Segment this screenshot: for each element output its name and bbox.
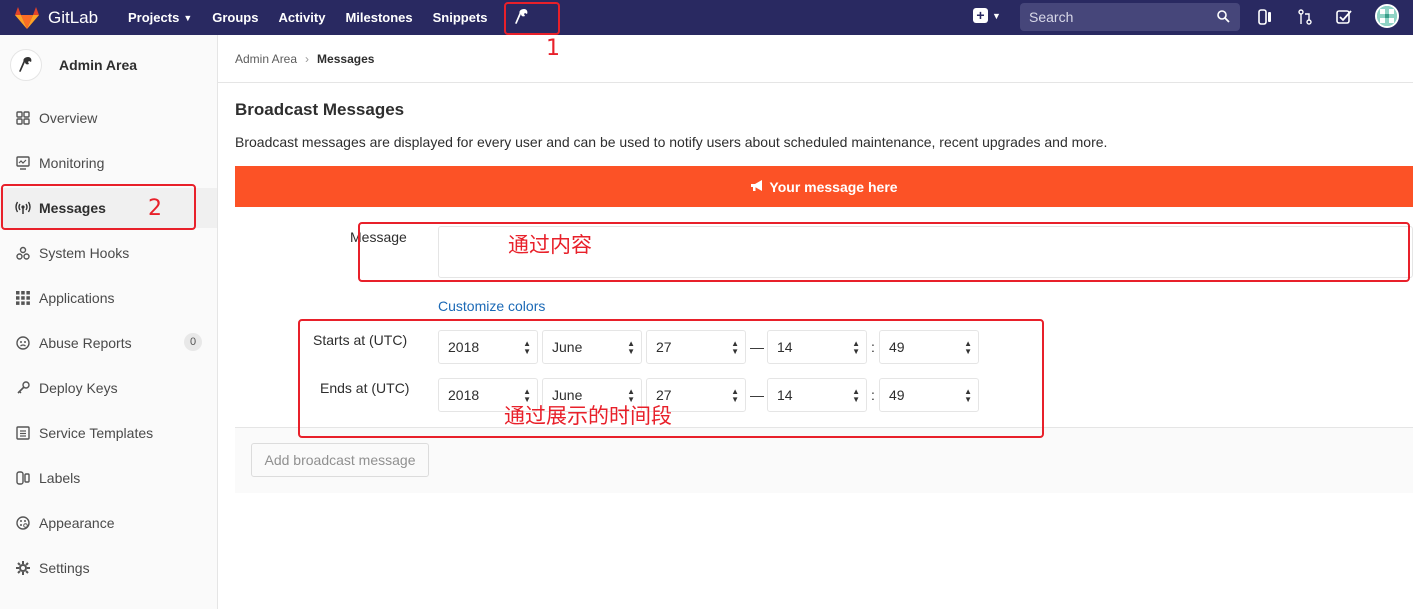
broadcast-preview-banner: Your message here <box>235 166 1413 207</box>
merge-requests-icon <box>1298 9 1312 25</box>
key-icon <box>15 380 31 396</box>
add-broadcast-message-button[interactable]: Add broadcast message <box>251 443 429 477</box>
search-input[interactable] <box>1029 9 1209 25</box>
breadcrumb-divider <box>218 82 1413 83</box>
search-icon <box>1217 10 1230 23</box>
gitlab-brand[interactable]: GitLab <box>14 6 118 30</box>
avatar-identicon <box>1377 6 1397 26</box>
sidebar-item-settings[interactable]: Settings <box>0 548 217 588</box>
sidebar-item-overview[interactable]: Overview <box>0 98 217 138</box>
main-nav: Projects ▼ Groups Activity Milestones Sn… <box>128 10 508 25</box>
merge-requests-button[interactable] <box>1296 8 1314 26</box>
labels-icon <box>15 470 31 486</box>
new-plus-icon: + <box>973 8 988 23</box>
breadcrumb-admin-area[interactable]: Admin Area <box>235 52 297 66</box>
sidebar-item-labels[interactable]: Labels <box>0 458 217 498</box>
nav-activity[interactable]: Activity <box>278 10 325 25</box>
chevron-down-icon: ▼ <box>183 12 193 23</box>
chevron-down-icon: ▼ <box>992 10 1001 21</box>
brand-name: GitLab <box>48 7 99 27</box>
annotation-message-note: 通过内容 <box>508 233 592 257</box>
avatar[interactable] <box>1375 4 1399 28</box>
todos-icon <box>1336 10 1352 24</box>
new-dropdown-button[interactable]: + ▼ <box>973 8 1001 23</box>
settings-gear-icon <box>15 560 31 576</box>
sidebar-item-label: Abuse Reports <box>39 335 132 351</box>
nav-groups[interactable]: Groups <box>212 10 258 25</box>
annotation-time-note: 通过展示的时间段 <box>504 404 672 428</box>
sidebar-item-label: Applications <box>39 290 115 306</box>
sidebar-item-label: Service Templates <box>39 425 154 441</box>
palette-icon <box>15 515 31 531</box>
customize-colors-link[interactable]: Customize colors <box>438 298 545 314</box>
sidebar-item-label: Deploy Keys <box>39 380 118 396</box>
nav-projects[interactable]: Projects ▼ <box>128 10 192 25</box>
sidebar-item-deploy-keys[interactable]: Deploy Keys <box>0 368 217 408</box>
nav-projects-label: Projects <box>128 10 180 25</box>
sidebar-item-label: Labels <box>39 470 81 486</box>
nav-snippets-label: Snippets <box>432 10 488 25</box>
sidebar-item-service-templates[interactable]: Service Templates <box>0 413 217 453</box>
sidebar-item-monitoring[interactable]: Monitoring <box>0 143 217 183</box>
admin-wrench-icon <box>10 49 42 81</box>
annotation-number-2: 2 <box>148 196 162 221</box>
nav-groups-label: Groups <box>212 10 259 25</box>
monitor-icon <box>15 155 31 171</box>
bullhorn-icon <box>750 179 764 195</box>
sidebar-item-label: Appearance <box>39 515 115 531</box>
nav-activity-label: Activity <box>278 10 326 25</box>
page-description: Broadcast messages are displayed for eve… <box>235 134 1108 150</box>
page-title: Broadcast Messages <box>235 100 405 119</box>
banner-text: Your message here <box>769 178 898 195</box>
breadcrumb-current[interactable]: Messages <box>317 52 374 66</box>
nav-milestones[interactable]: Milestones <box>345 10 412 25</box>
sidebar-title: Admin Area <box>59 57 138 73</box>
sidebar-item-label: Overview <box>39 110 98 126</box>
breadcrumb: Admin Area › Messages <box>235 52 374 66</box>
sidebar-item-label: Monitoring <box>39 155 105 171</box>
abuse-face-icon <box>15 335 31 351</box>
issues-icon <box>1258 9 1271 25</box>
gitlab-logo-icon <box>15 6 39 29</box>
sidebar-header[interactable]: Admin Area <box>0 35 217 95</box>
top-navbar: GitLab Projects ▼ Groups Activity Milest… <box>0 0 1413 35</box>
sidebar-item-label: Settings <box>39 560 90 576</box>
sidebar-item-appearance[interactable]: Appearance <box>0 503 217 543</box>
sidebar-item-applications[interactable]: Applications <box>0 278 217 318</box>
sidebar-item-label: System Hooks <box>39 245 130 261</box>
nav-milestones-label: Milestones <box>345 10 413 25</box>
sidebar-item-abuse-reports[interactable]: Abuse Reports 0 <box>0 323 217 363</box>
nav-snippets[interactable]: Snippets <box>433 10 488 25</box>
sidebar-item-system-hooks[interactable]: System Hooks <box>0 233 217 273</box>
admin-sidebar: Admin Area Overview Monitoring Messages … <box>0 35 218 609</box>
annotation-box-messages <box>1 184 196 230</box>
apps-grid-icon <box>15 290 31 306</box>
issues-button[interactable] <box>1256 8 1274 26</box>
annotation-number-1: 1 <box>546 36 560 61</box>
hook-icon <box>15 245 31 261</box>
todos-button[interactable] <box>1335 8 1353 26</box>
abuse-count-badge: 0 <box>184 333 202 351</box>
breadcrumb-separator-icon: › <box>305 52 310 66</box>
search-box[interactable] <box>1020 3 1240 31</box>
overview-grid-icon <box>15 110 31 126</box>
template-icon <box>15 425 31 441</box>
annotation-box-admin-wrench <box>504 2 560 35</box>
